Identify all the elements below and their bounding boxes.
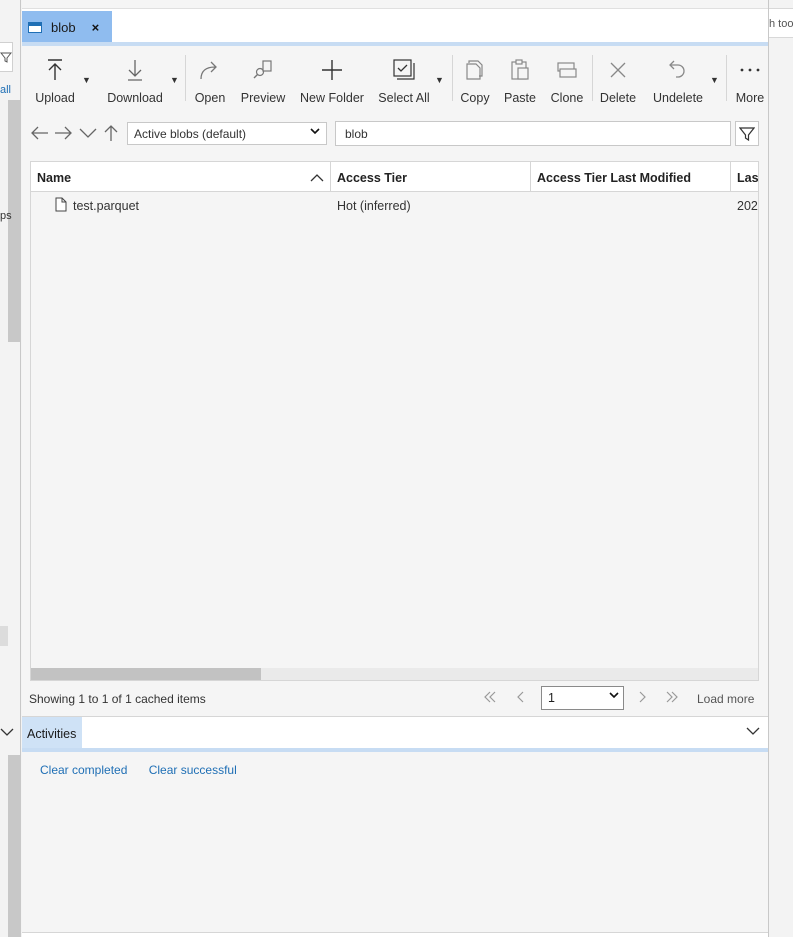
ellipsis-icon: [735, 55, 765, 85]
left-panel-block: [0, 626, 8, 646]
clone-button[interactable]: Clone: [549, 47, 585, 105]
back-arrow-icon[interactable]: [30, 122, 50, 144]
select-all-dropdown-icon[interactable]: ▼: [435, 75, 444, 85]
upload-button[interactable]: Upload: [30, 47, 80, 105]
copy-icon: [460, 55, 490, 85]
column-header-access-tier-last-modified[interactable]: Access Tier Last Modified: [531, 162, 731, 192]
left-panel-text: ps: [0, 210, 12, 222]
chevron-down-icon: [310, 127, 320, 138]
column-header-last-modified[interactable]: Last: [731, 162, 758, 192]
scrollbar-thumb[interactable]: [31, 668, 261, 680]
clear-completed-link[interactable]: Clear completed: [40, 763, 127, 777]
file-icon: [55, 197, 67, 212]
container-icon: [28, 21, 42, 33]
activities-bar: Activities: [22, 716, 768, 749]
tab-bar: blob ×: [22, 8, 768, 43]
bottom-edge: [22, 932, 768, 937]
undelete-button[interactable]: Undelete: [652, 47, 704, 105]
toolbar: Upload ▼ Download ▼ Open Preview New Fol…: [22, 47, 768, 105]
cell-access-tier: Hot (inferred): [337, 199, 411, 213]
tab-label: blob: [51, 19, 76, 35]
close-icon[interactable]: ×: [92, 20, 100, 35]
undelete-dropdown-icon[interactable]: ▼: [710, 75, 719, 85]
toolbar-divider: [592, 55, 593, 101]
activities-actions: Clear completed Clear successful: [40, 763, 255, 777]
filter-icon: [739, 126, 755, 141]
column-header-name[interactable]: Name: [31, 162, 331, 192]
tab-blob[interactable]: blob ×: [22, 11, 112, 43]
toolbar-divider: [185, 55, 186, 101]
delete-icon: [603, 55, 633, 85]
download-icon: [120, 55, 150, 85]
toolbar-divider: [726, 55, 727, 101]
delete-button[interactable]: Delete: [598, 47, 638, 105]
first-page-icon[interactable]: [483, 690, 497, 706]
grid-header: Name Access Tier Access Tier Last Modifi…: [31, 162, 758, 192]
more-button[interactable]: More: [732, 47, 768, 105]
new-folder-button[interactable]: New Folder: [300, 47, 364, 105]
status-text: Showing 1 to 1 of 1 cached items: [29, 692, 206, 706]
right-panel: h too: [768, 0, 793, 937]
left-panel-link[interactable]: all: [0, 84, 11, 96]
upload-icon: [40, 55, 70, 85]
download-button[interactable]: Download: [107, 47, 163, 105]
left-panel-scrollbar-lower[interactable]: [8, 755, 20, 937]
preview-button[interactable]: Preview: [240, 47, 286, 105]
left-panel: all ps: [0, 0, 21, 937]
cell-last-modified: 202: [737, 199, 758, 213]
toolbar-divider: [452, 55, 453, 101]
paste-icon: [505, 55, 535, 85]
cell-name: test.parquet: [73, 199, 140, 213]
clone-icon: [552, 55, 582, 85]
plus-icon: [317, 55, 347, 85]
open-button[interactable]: Open: [192, 47, 228, 105]
right-panel-search[interactable]: h too: [769, 8, 793, 38]
upload-dropdown-icon[interactable]: ▼: [82, 75, 91, 85]
clear-successful-link[interactable]: Clear successful: [149, 763, 237, 777]
tab-activities[interactable]: Activities: [22, 717, 82, 749]
filter-button[interactable]: [735, 121, 759, 146]
status-bar: Showing 1 to 1 of 1 cached items 1 Load …: [22, 686, 768, 712]
open-icon: [195, 55, 225, 85]
chevron-down-icon[interactable]: [0, 724, 14, 740]
filter-icon[interactable]: [0, 42, 13, 72]
blob-view-select[interactable]: Active blobs (default): [127, 122, 327, 145]
page-select[interactable]: 1: [541, 686, 624, 710]
table-row[interactable]: test.parquet Hot (inferred) 202: [31, 193, 758, 219]
paste-button[interactable]: Paste: [503, 47, 537, 105]
chevron-down-icon[interactable]: [746, 725, 760, 739]
undo-icon: [663, 55, 693, 85]
tab-underline: [22, 42, 768, 46]
previous-page-icon[interactable]: [516, 690, 524, 706]
select-all-button[interactable]: Select All: [378, 47, 430, 105]
path-input[interactable]: blob: [335, 121, 731, 146]
chevron-down-icon[interactable]: [78, 122, 98, 144]
column-header-access-tier[interactable]: Access Tier: [331, 162, 531, 192]
up-arrow-icon[interactable]: [101, 122, 121, 144]
sort-ascending-icon: [310, 171, 324, 185]
preview-icon: [248, 55, 278, 85]
download-dropdown-icon[interactable]: ▼: [170, 75, 179, 85]
activities-underline: [22, 748, 768, 752]
last-page-icon[interactable]: [665, 690, 679, 706]
navigation-bar: Active blobs (default) blob: [22, 120, 768, 146]
next-page-icon[interactable]: [639, 690, 647, 706]
select-all-icon: [389, 55, 419, 85]
horizontal-scrollbar[interactable]: [31, 668, 758, 680]
load-more-button[interactable]: Load more: [697, 692, 754, 706]
blob-grid: Name Access Tier Access Tier Last Modifi…: [30, 161, 759, 681]
chevron-down-icon: [609, 691, 619, 702]
forward-arrow-icon[interactable]: [53, 122, 73, 144]
blob-explorer: blob × Upload ▼ Download ▼ Open Preview …: [22, 0, 768, 937]
copy-button[interactable]: Copy: [458, 47, 492, 105]
